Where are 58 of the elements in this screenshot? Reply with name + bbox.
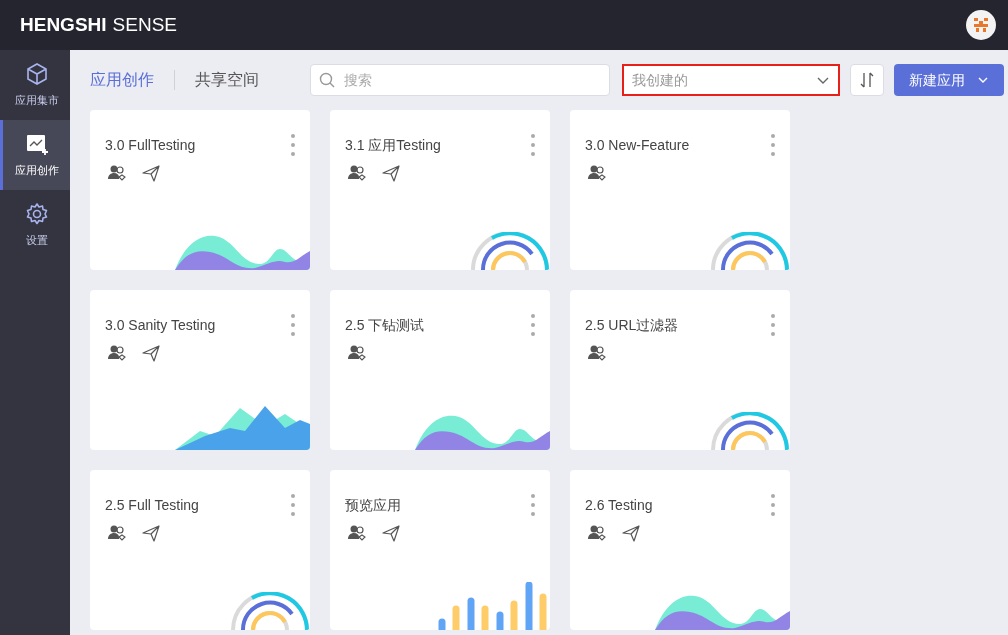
shared-users-icon <box>588 344 606 362</box>
paper-plane-icon <box>142 524 160 542</box>
brand-logo-text: SENSE <box>112 12 177 37</box>
app-title: 3.0 FullTesting <box>105 136 196 155</box>
app-title: 3.0 Sanity Testing <box>105 316 216 335</box>
search-field[interactable]: 搜索 <box>310 64 610 96</box>
shared-users-icon <box>588 524 606 542</box>
app-title: 2.5 下钻测试 <box>345 316 425 335</box>
search-icon <box>319 72 335 88</box>
sort-icon <box>859 71 875 89</box>
app-card[interactable]: 预览应用 <box>330 470 550 630</box>
settings-icon <box>24 201 49 226</box>
more-options-button[interactable] <box>530 314 536 336</box>
app-card[interactable]: 2.5 下钻测试 <box>330 290 550 450</box>
more-options-button[interactable] <box>290 494 296 516</box>
app-card[interactable]: 3.0 New-Feature <box>570 110 790 270</box>
app-title: 3.0 New-Feature <box>585 136 690 155</box>
cube-icon <box>24 61 49 86</box>
more-options-button[interactable] <box>770 494 776 516</box>
shared-users-icon <box>348 164 366 182</box>
shared-users-icon <box>108 344 126 362</box>
app-card[interactable]: 3.1 应用Testing <box>330 110 550 270</box>
paper-plane-icon <box>142 344 160 362</box>
shared-users-icon <box>348 524 366 542</box>
sidebar-item[interactable]: 应用集市 <box>0 50 70 120</box>
more-options-button[interactable] <box>770 134 776 156</box>
paper-plane-icon <box>142 164 160 182</box>
paper-plane-icon <box>382 524 400 542</box>
more-options-button[interactable] <box>290 134 296 156</box>
app-card[interactable]: 2.5 Full Testing <box>90 470 310 630</box>
shared-users-icon <box>348 344 366 362</box>
app-title: 2.5 URL过滤器 <box>585 316 679 335</box>
user-avatar[interactable] <box>966 10 996 40</box>
app-title: 2.6 Testing <box>585 496 653 515</box>
paper-plane-icon <box>622 524 640 542</box>
app-title: 预览应用 <box>345 496 401 515</box>
sidebar-item[interactable]: 设置 <box>0 190 70 260</box>
tab[interactable]: 共享空间 <box>195 68 259 92</box>
app-title: 3.1 应用Testing <box>345 136 441 155</box>
paper-plane-icon <box>382 164 400 182</box>
shared-users-icon <box>588 164 606 182</box>
brand-logo-text: HENGSHI <box>20 12 107 37</box>
app-card[interactable]: 3.0 Sanity Testing <box>90 290 310 450</box>
shared-users-icon <box>108 524 126 542</box>
more-options-button[interactable] <box>290 314 296 336</box>
app-card[interactable]: 2.6 Testing <box>570 470 790 630</box>
more-options-button[interactable] <box>530 134 536 156</box>
avatar-pattern-icon <box>971 15 991 35</box>
app-card[interactable]: 3.0 FullTesting <box>90 110 310 270</box>
tab[interactable]: 应用创作 <box>90 68 154 92</box>
sort-button[interactable] <box>850 64 884 96</box>
shared-users-icon <box>108 164 126 182</box>
more-options-button[interactable] <box>770 314 776 336</box>
more-options-button[interactable] <box>530 494 536 516</box>
new-app-button[interactable]: 新建应用 <box>894 64 1004 96</box>
sidebar-item[interactable]: 应用创作 <box>0 120 70 190</box>
app-title: 2.5 Full Testing <box>105 496 199 515</box>
app-card[interactable]: 2.5 URL过滤器 <box>570 290 790 450</box>
